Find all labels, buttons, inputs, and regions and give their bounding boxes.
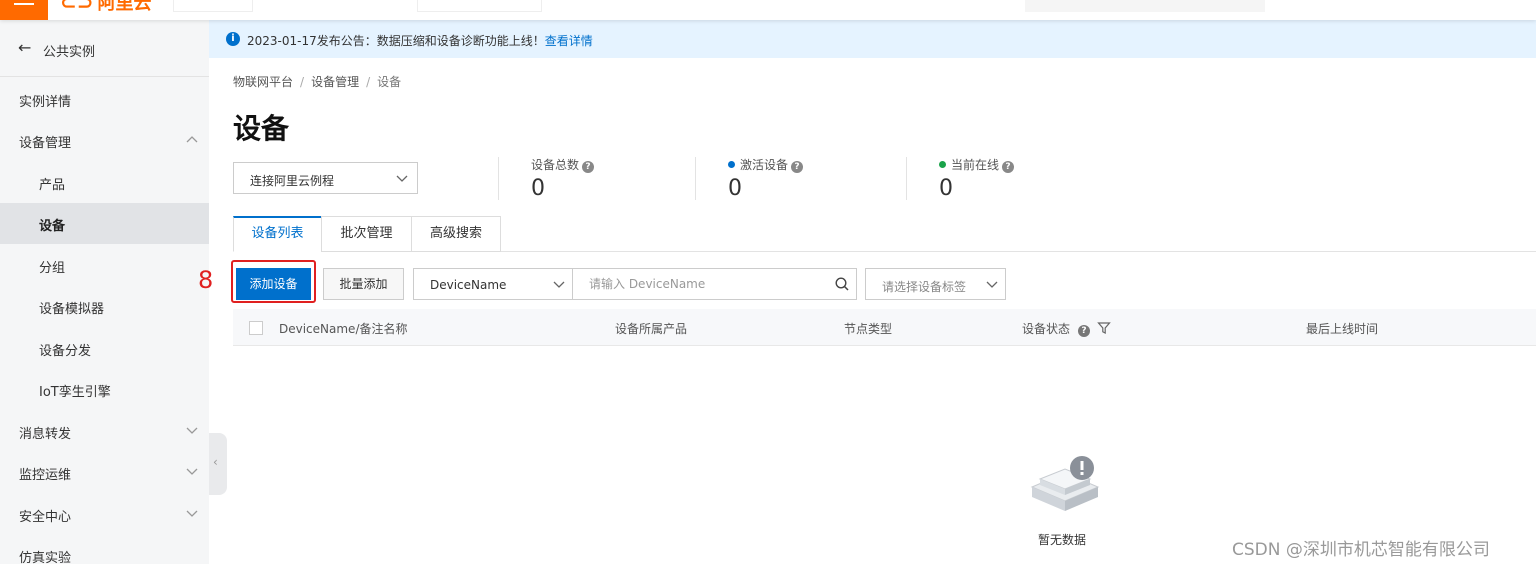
stat-total-devices: 设备总数? 0: [531, 156, 595, 201]
breadcrumb-iot-platform[interactable]: 物联网平台: [233, 75, 293, 89]
batch-add-button[interactable]: 批量添加: [323, 268, 404, 300]
page-title: 设备: [233, 112, 290, 145]
breadcrumb: 物联网平台 / 设备管理 / 设备: [233, 75, 402, 89]
search-icon[interactable]: [834, 276, 850, 292]
device-search-input[interactable]: [572, 268, 857, 300]
stat-activated-devices: 激活设备? 0: [728, 156, 804, 201]
help-icon[interactable]: ?: [791, 161, 804, 173]
sidebar-item-monitoring[interactable]: 监控运维: [0, 452, 209, 493]
step-marker: 8: [198, 266, 214, 294]
chevron-down-icon: [553, 281, 565, 288]
announcement-text: 2023-01-17发布公告：数据压缩和设备诊断功能上线！: [247, 34, 545, 48]
sidebar-item-security-center[interactable]: 安全中心: [0, 494, 209, 535]
chevron-down-icon: [396, 175, 408, 182]
help-icon[interactable]: ?: [1002, 161, 1015, 173]
column-header-last-online: 最后上线时间: [1306, 322, 1379, 336]
status-dot: [939, 161, 946, 168]
product-select[interactable]: 连接阿里云例程: [233, 162, 418, 194]
sidebar-item-label: 消息转发: [19, 427, 72, 442]
back-to-instances[interactable]: ← 公共实例: [0, 20, 209, 77]
sidebar-item-group[interactable]: 分组: [0, 245, 209, 286]
sidebar-item-label: IoT孪生引擎: [39, 385, 111, 400]
breadcrumb-device-management[interactable]: 设备管理: [311, 75, 359, 89]
stat-value: 0: [728, 176, 742, 201]
device-tag-select[interactable]: 请选择设备标签: [865, 268, 1006, 300]
chevron-left-icon: ‹: [213, 455, 218, 469]
sidebar-item-label: 分组: [39, 261, 66, 276]
stat-label: 设备总数: [531, 158, 580, 172]
watermark: CSDN @深圳市机芯智能有限公司: [1232, 540, 1490, 560]
top-bar: ⊂⊃ 阿里云: [0, 0, 1536, 20]
stat-value: 0: [531, 176, 545, 201]
sidebar-item-message-forwarding[interactable]: 消息转发: [0, 411, 209, 452]
sidebar-item-label: 设备模拟器: [39, 302, 105, 317]
sidebar-item-product[interactable]: 产品: [0, 162, 209, 203]
column-header-status: 设备状态: [1022, 322, 1071, 336]
chevron-down-icon: [186, 510, 198, 517]
global-search[interactable]: [1025, 0, 1265, 12]
sidebar-item-device[interactable]: 设备: [0, 203, 209, 244]
divider: [906, 157, 907, 200]
sidebar-item-device-simulator[interactable]: 设备模拟器: [0, 286, 209, 327]
empty-data-icon: [1030, 456, 1100, 511]
sidebar-item-label: 实例详情: [19, 95, 72, 110]
search-field-value: DeviceName: [430, 278, 507, 292]
breadcrumb-device: 设备: [377, 75, 402, 89]
sidebar-item-label: 监控运维: [19, 468, 72, 483]
info-icon: i: [226, 32, 240, 46]
sidebar-item-label: 设备: [39, 219, 66, 234]
top-nav-box[interactable]: [417, 0, 542, 12]
sidebar-item-simulation-lab[interactable]: 仿真实验: [0, 535, 209, 576]
sidebar-item-label: 安全中心: [19, 510, 72, 525]
column-header-devicename: DeviceName/备注名称: [279, 322, 408, 336]
sidebar-collapse-handle[interactable]: ‹: [209, 433, 227, 495]
sidebar-item-label: 设备分发: [39, 344, 92, 359]
aliyun-logo[interactable]: ⊂⊃ 阿里云: [60, 0, 152, 14]
column-header-node-type: 节点类型: [844, 322, 893, 336]
table-header: DeviceName/备注名称 设备所属产品 节点类型 设备状态? 最后上线时间: [233, 309, 1536, 346]
sidebar-item-instance-detail[interactable]: 实例详情: [0, 79, 209, 120]
menu-icon[interactable]: [0, 0, 48, 20]
back-label: 公共实例: [43, 45, 96, 60]
tab-batch-management[interactable]: 批次管理: [321, 216, 412, 252]
chevron-down-icon: [186, 468, 198, 475]
sidebar-item-label: 产品: [39, 178, 66, 193]
filter-icon[interactable]: [1097, 321, 1111, 335]
announcement-banner: i 2023-01-17发布公告：数据压缩和设备诊断功能上线！查看详情: [209, 20, 1536, 58]
sidebar-item-label: 设备管理: [19, 136, 72, 151]
stat-label: 当前在线: [951, 158, 1000, 172]
chevron-down-icon: [186, 427, 198, 434]
chevron-down-icon: [986, 281, 998, 288]
stat-value: 0: [939, 176, 953, 201]
status-dot: [728, 161, 735, 168]
column-header-product: 设备所属产品: [615, 322, 688, 336]
sidebar: ← 公共实例 实例详情 设备管理 产品 设备 分组 设备模拟器 设备分发 IoT…: [0, 20, 209, 566]
empty-data-text: 暂无数据: [1038, 533, 1087, 547]
arrow-left-icon: ←: [18, 38, 32, 57]
tab-advanced-search[interactable]: 高级搜索: [411, 216, 501, 252]
tab-device-list[interactable]: 设备列表: [233, 216, 322, 252]
select-all-checkbox[interactable]: [249, 321, 263, 335]
divider: [498, 157, 499, 200]
product-select-value: 连接阿里云例程: [250, 174, 335, 188]
sidebar-item-label: 仿真实验: [19, 551, 72, 566]
add-device-button[interactable]: 添加设备: [236, 268, 311, 300]
help-icon[interactable]: ?: [1078, 325, 1091, 337]
stat-label: 激活设备: [740, 158, 789, 172]
stat-online-devices: 当前在线? 0: [939, 156, 1015, 201]
view-details-link[interactable]: 查看详情: [545, 34, 593, 48]
sidebar-item-iot-twin-engine[interactable]: IoT孪生引擎: [0, 369, 209, 410]
sidebar-item-device-management[interactable]: 设备管理: [0, 120, 209, 161]
help-icon[interactable]: ?: [582, 161, 595, 173]
tag-select-placeholder: 请选择设备标签: [882, 280, 967, 294]
divider: [695, 157, 696, 200]
sidebar-item-device-distribution[interactable]: 设备分发: [0, 328, 209, 369]
top-nav-box[interactable]: [173, 0, 253, 12]
chevron-up-icon: [186, 136, 198, 143]
search-field-select[interactable]: DeviceName: [413, 268, 573, 300]
